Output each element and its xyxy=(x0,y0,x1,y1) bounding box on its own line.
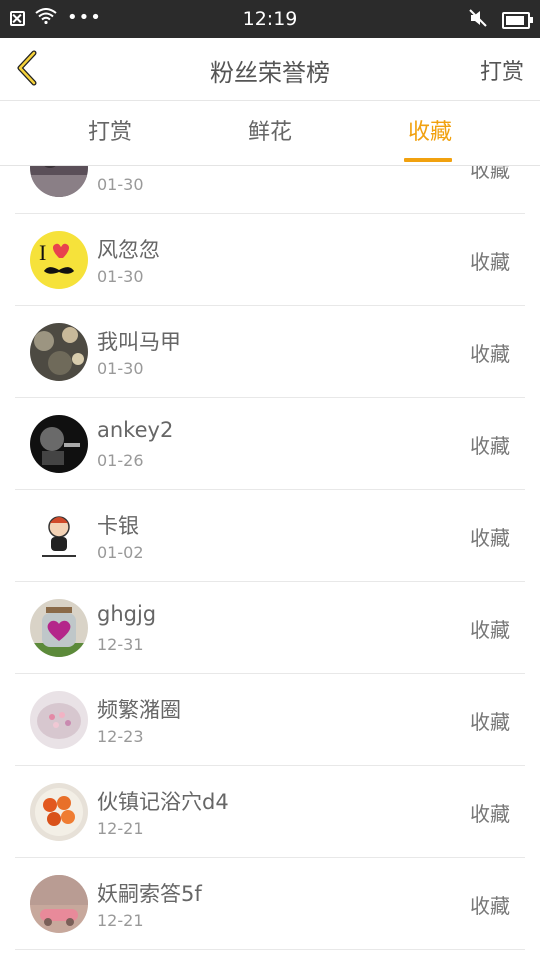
avatar xyxy=(30,323,88,381)
user-name: 卡银 xyxy=(97,514,139,538)
nav-bar: 粉丝荣誉榜 打赏 xyxy=(0,38,540,101)
favorite-label: 收藏 xyxy=(470,802,510,826)
list-item[interactable]: ankey2 01-26 收藏 xyxy=(15,398,525,490)
user-name: ghgjg xyxy=(97,602,157,626)
list-item[interactable]: 01-30 收藏 xyxy=(15,166,525,214)
avatar xyxy=(30,691,88,749)
tab-favorites-label: 收藏 xyxy=(407,120,452,145)
item-date: 12-21 xyxy=(97,911,144,930)
battery-icon xyxy=(502,11,533,29)
status-bar: ••• 12:19 xyxy=(0,0,540,38)
favorite-label: 收藏 xyxy=(470,526,510,550)
favorite-label: 收藏 xyxy=(470,894,510,918)
active-tab-indicator xyxy=(404,158,452,162)
tab-bar: 打赏 鲜花 收藏 xyxy=(0,101,540,166)
list-item[interactable]: ghgjg 12-31 收藏 xyxy=(15,582,525,674)
user-name: 伙镇记浴穴d4 xyxy=(97,790,229,814)
tab-flowers[interactable]: 鲜花 xyxy=(210,101,330,165)
user-name: ankey2 xyxy=(97,418,174,442)
user-name: 风忽忽 xyxy=(97,238,160,262)
svg-text:I: I xyxy=(39,240,46,265)
item-date: 12-21 xyxy=(97,819,144,838)
list-item[interactable]: I 风忽忽 01-30 收藏 xyxy=(15,214,525,306)
favorite-label: 收藏 xyxy=(470,250,510,274)
list-item[interactable]: 伙镇记浴穴d4 12-21 收藏 xyxy=(15,766,525,858)
avatar xyxy=(30,599,88,657)
avatar: I xyxy=(30,231,88,289)
item-date: 01-30 xyxy=(97,175,144,194)
item-date: 12-31 xyxy=(97,635,144,654)
item-date: 12-23 xyxy=(97,727,144,746)
list-item[interactable]: 妖嗣索答5f 12-21 收藏 xyxy=(15,858,525,950)
favorite-label: 收藏 xyxy=(470,618,510,642)
user-name: 妖嗣索答5f xyxy=(97,882,202,906)
tab-reward[interactable]: 打赏 xyxy=(50,101,170,165)
avatar xyxy=(30,166,88,197)
favorite-label: 收藏 xyxy=(470,710,510,734)
avatar xyxy=(30,783,88,841)
avatar xyxy=(30,415,88,473)
item-date: 01-30 xyxy=(97,267,144,286)
tab-favorites[interactable]: 收藏 xyxy=(370,101,490,165)
user-name: 频繁潴圈 xyxy=(97,698,181,722)
page-title: 粉丝荣誉榜 xyxy=(210,59,330,87)
user-name: 我叫马甲 xyxy=(97,330,181,354)
reward-button[interactable]: 打赏 xyxy=(480,54,524,86)
avatar xyxy=(30,507,88,565)
favorite-label: 收藏 xyxy=(470,434,510,458)
favorite-label: 收藏 xyxy=(470,342,510,366)
list-item[interactable]: 频繁潴圈 12-23 收藏 xyxy=(15,674,525,766)
list-item[interactable]: 卡银 01-02 收藏 xyxy=(15,490,525,582)
avatar xyxy=(30,875,88,933)
item-date: 01-02 xyxy=(97,543,144,562)
status-right-icons xyxy=(468,8,533,32)
item-date: 01-30 xyxy=(97,359,144,378)
tab-reward-label: 打赏 xyxy=(87,120,132,145)
list-item[interactable]: 我叫马甲 01-30 收藏 xyxy=(15,306,525,398)
favorite-label: 收藏 xyxy=(470,166,510,182)
item-date: 01-26 xyxy=(97,451,144,470)
mute-icon xyxy=(468,8,488,32)
status-time: 12:19 xyxy=(242,8,298,30)
tab-flowers-label: 鲜花 xyxy=(247,120,292,145)
fan-list[interactable]: 01-30 收藏 I 风忽忽 01-30 收藏 我叫马甲 01-30 收藏 an… xyxy=(0,166,540,960)
